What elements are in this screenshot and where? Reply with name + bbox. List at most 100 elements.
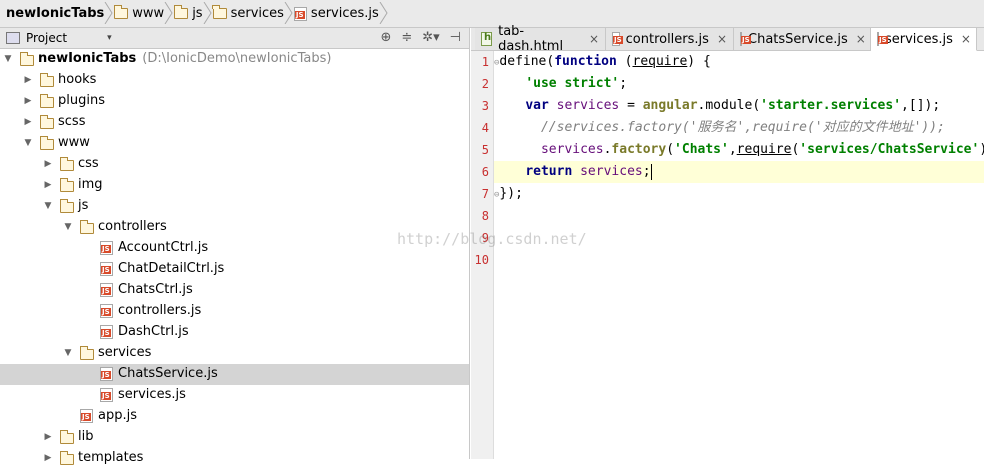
- code-line[interactable]: var services = angular.module('starter.s…: [494, 95, 984, 117]
- code-line[interactable]: [494, 205, 984, 227]
- breadcrumb-item[interactable]: www: [110, 0, 173, 27]
- tree-file-DashCtrl.js[interactable]: DashCtrl.js: [0, 322, 469, 343]
- editor-tabs: tab-dash.html×controllers.js×ChatsServic…: [471, 24, 984, 54]
- close-icon[interactable]: ×: [961, 32, 971, 46]
- tree-file-ChatDetailCtrl.js[interactable]: ChatDetailCtrl.js: [0, 259, 469, 280]
- tree-file-services.js[interactable]: services.js: [0, 385, 469, 406]
- tree-folder-www[interactable]: ▼ www: [0, 133, 469, 154]
- code-line[interactable]: [494, 249, 984, 271]
- tree-item-label: scss: [58, 114, 86, 129]
- close-icon[interactable]: ×: [717, 32, 727, 46]
- tree-folder-css[interactable]: ▶ css: [0, 154, 469, 175]
- collapse-arrow-icon[interactable]: ▶: [24, 96, 32, 106]
- project-view-selector[interactable]: Project ▾: [6, 31, 112, 45]
- tree-folder-services[interactable]: ▼ services: [0, 343, 469, 364]
- project-title: Project: [26, 31, 68, 45]
- tab-label: services.js: [885, 31, 953, 47]
- js-file-icon: [100, 304, 113, 318]
- tab-label: ChatsService.js: [748, 31, 848, 47]
- tree-item-label: DashCtrl.js: [118, 324, 189, 339]
- expand-arrow-icon[interactable]: ▼: [64, 348, 72, 358]
- expand-arrow-icon[interactable]: ▼: [4, 54, 12, 64]
- tab-tab-dash.html[interactable]: tab-dash.html ×: [475, 24, 606, 54]
- code-line[interactable]: ⊖define(function (require) {: [494, 51, 984, 73]
- line-number: 4: [481, 121, 489, 135]
- code-line[interactable]: //services.factory('服务名',require('对应的文件地…: [494, 117, 984, 139]
- close-icon[interactable]: ×: [589, 32, 599, 46]
- locate-icon[interactable]: ⊕: [380, 30, 391, 45]
- tree-item-label: controllers.js: [118, 303, 202, 318]
- folder-icon: [59, 451, 74, 465]
- hide-panel-icon[interactable]: ⊣: [450, 30, 461, 45]
- folder-icon: [113, 5, 129, 19]
- tree-file-ChatsService.js[interactable]: ChatsService.js: [0, 364, 469, 385]
- tree-item-label: controllers: [98, 219, 167, 234]
- close-icon[interactable]: ×: [856, 32, 866, 46]
- tree-folder-img[interactable]: ▶ img: [0, 175, 469, 196]
- collapse-all-icon[interactable]: ≑: [401, 30, 412, 45]
- tree-folder-hooks[interactable]: ▶ hooks: [0, 70, 469, 91]
- js-file-icon: [100, 325, 113, 339]
- chevron-down-icon: ▾: [107, 33, 112, 43]
- folder-icon: [212, 5, 227, 19]
- collapse-arrow-icon[interactable]: ▶: [24, 75, 32, 85]
- tree-item-label: lib: [78, 429, 94, 444]
- tree-folder-lib[interactable]: ▶ lib: [0, 427, 469, 448]
- code-line-current[interactable]: return services;: [494, 161, 984, 183]
- tab-label: controllers.js: [625, 31, 709, 47]
- folder-icon: [59, 157, 74, 171]
- tree-folder-scss[interactable]: ▶ scss: [0, 112, 469, 133]
- js-file-icon: [100, 388, 113, 402]
- breadcrumb-item[interactable]: newIonicTabs: [0, 0, 113, 27]
- breadcrumb-item[interactable]: services.js: [290, 0, 388, 27]
- expand-arrow-icon[interactable]: ▼: [44, 201, 52, 211]
- tab-controllers.js[interactable]: controllers.js ×: [606, 28, 734, 50]
- folder-icon: [173, 5, 189, 19]
- folder-icon: [39, 115, 54, 129]
- breadcrumb-item[interactable]: services: [209, 0, 293, 27]
- tree-file-controllers.js[interactable]: controllers.js: [0, 301, 469, 322]
- line-number: 2: [481, 77, 489, 91]
- folder-icon: [59, 178, 74, 192]
- tree-folder-js[interactable]: ▼ js: [0, 196, 469, 217]
- line-number: 5: [481, 143, 489, 157]
- tree-item-label: ChatsCtrl.js: [118, 282, 193, 297]
- html-file-icon: [481, 32, 493, 46]
- tree-file-app.js[interactable]: app.js: [0, 406, 469, 427]
- code-line[interactable]: ⊖});: [494, 183, 984, 205]
- tree-file-ChatsCtrl.js[interactable]: ChatsCtrl.js: [0, 280, 469, 301]
- code-line[interactable]: 'use strict';: [494, 73, 984, 95]
- folder-icon: [59, 430, 74, 444]
- code-editor[interactable]: ⊖define(function (require) { 'use strict…: [494, 51, 984, 459]
- collapse-arrow-icon[interactable]: ▶: [44, 180, 52, 190]
- folder-icon: [39, 136, 54, 150]
- js-file-icon: [100, 262, 113, 276]
- folder-icon: [19, 52, 34, 66]
- breadcrumb-item[interactable]: js: [170, 0, 212, 27]
- tree-folder-newIonicTabs[interactable]: ▼ newIonicTabs (D:\IonicDemo\newIonicTabs): [0, 49, 469, 70]
- collapse-arrow-icon[interactable]: ▶: [44, 432, 52, 442]
- tree-item-label: newIonicTabs: [38, 51, 137, 66]
- tree-item-label: www: [58, 135, 90, 150]
- expand-arrow-icon[interactable]: ▼: [24, 138, 32, 148]
- folder-icon: [39, 73, 54, 87]
- project-path: (D:\IonicDemo\newIonicTabs): [142, 51, 332, 66]
- breadcrumb-label: js: [192, 6, 203, 21]
- collapse-arrow-icon[interactable]: ▶: [44, 453, 52, 463]
- tree-item-label: js: [78, 198, 89, 213]
- tab-services.js[interactable]: services.js ×: [871, 28, 977, 51]
- breadcrumb-label: services: [230, 6, 284, 21]
- js-file-icon: [100, 241, 113, 255]
- tab-ChatsService.js[interactable]: ChatsService.js ×: [734, 28, 871, 50]
- js-file-icon: [100, 283, 113, 297]
- folder-icon: [59, 199, 74, 213]
- code-line[interactable]: services.factory('Chats',require('servic…: [494, 139, 984, 161]
- collapse-arrow-icon[interactable]: ▶: [24, 117, 32, 127]
- gear-icon[interactable]: ✲▾: [422, 30, 439, 45]
- js-file-icon: [293, 6, 307, 21]
- project-panel-header: Project ▾ ⊕ ≑ ✲▾ ⊣: [0, 28, 469, 49]
- expand-arrow-icon[interactable]: ▼: [64, 222, 72, 232]
- collapse-arrow-icon[interactable]: ▶: [44, 159, 52, 169]
- tree-folder-plugins[interactable]: ▶ plugins: [0, 91, 469, 112]
- breadcrumb-label: newIonicTabs: [6, 6, 105, 21]
